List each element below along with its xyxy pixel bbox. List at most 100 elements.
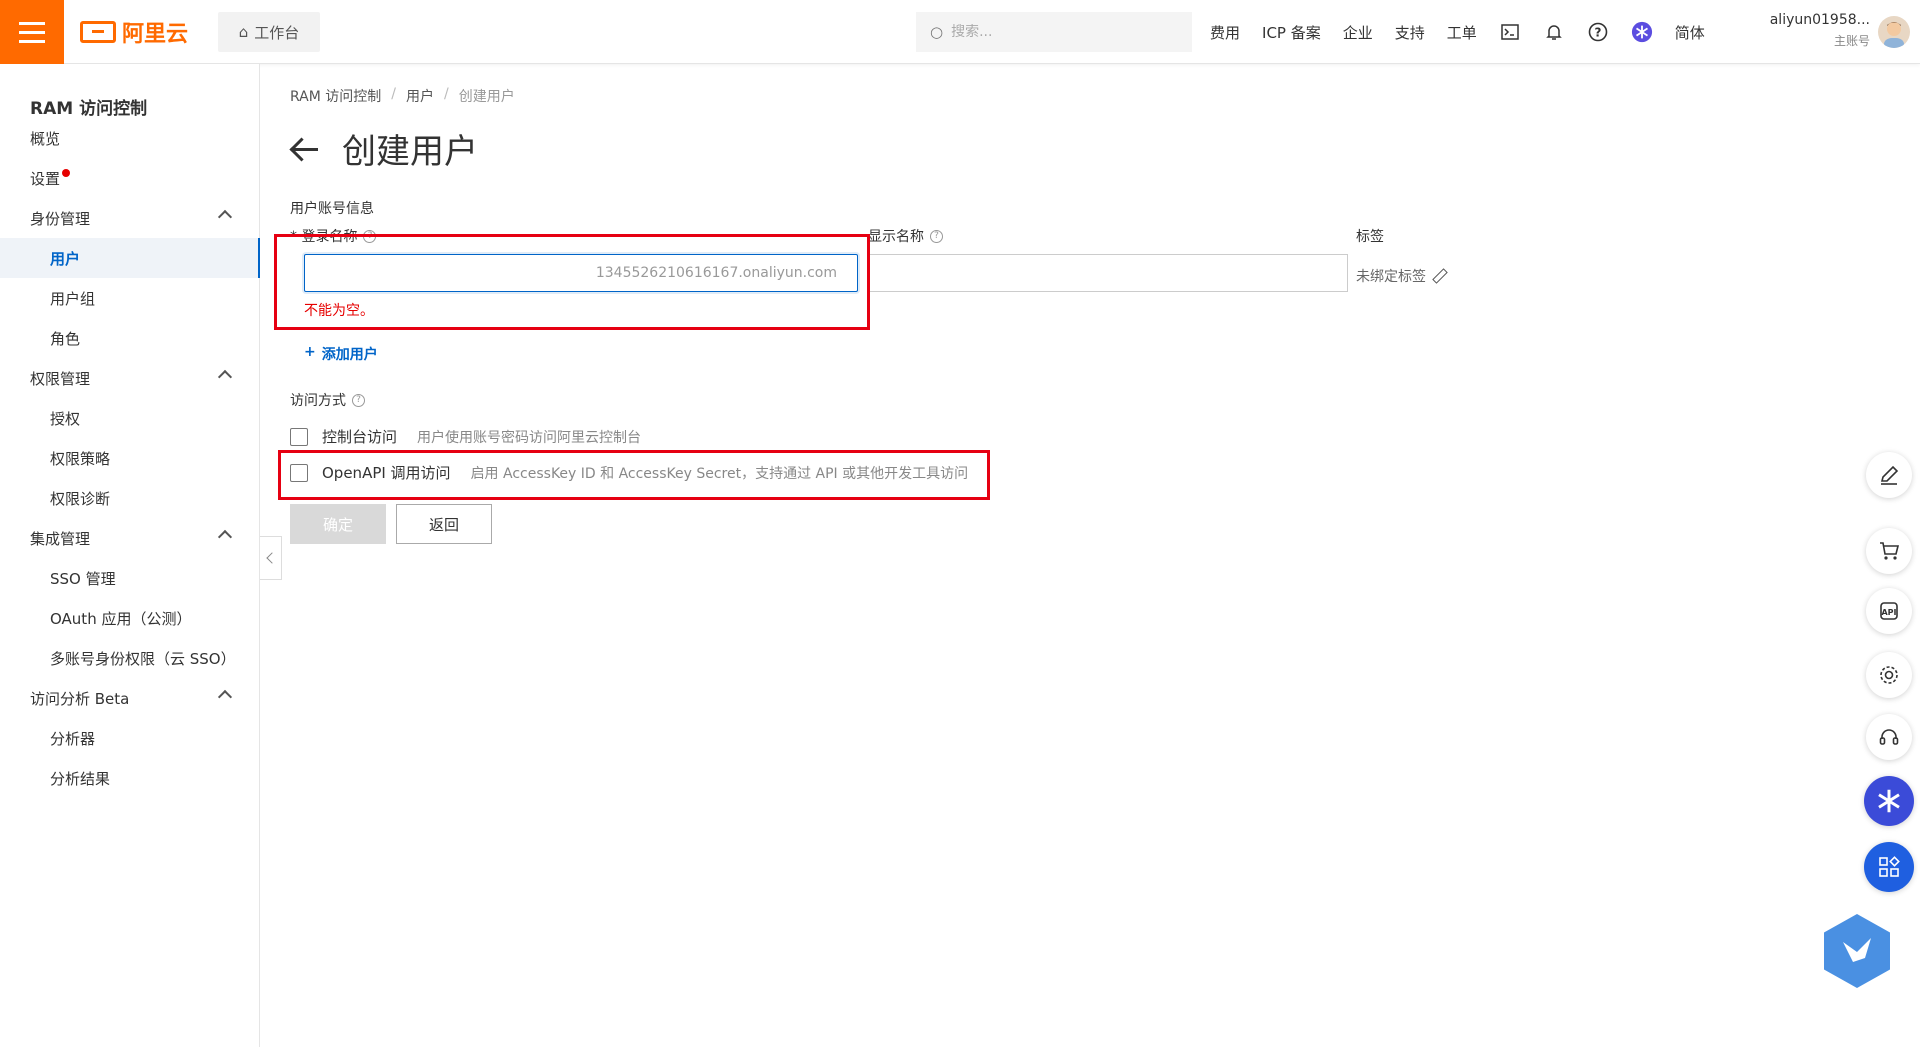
login-name-input[interactable] [315,261,595,285]
top-nav: 费用 ICP 备案 企业 支持 工单 ? 简体 [1210,0,1705,64]
sidebar-item-label: SSO 管理 [50,569,116,588]
return-button[interactable]: 返回 [396,504,492,544]
confirm-button[interactable]: 确定 [290,504,386,544]
sidebar-item-analyzer[interactable]: 分析器 [0,718,260,758]
chevron-up-icon [217,529,233,545]
aliyun-logo-icon [80,21,116,43]
sidebar-item-label: 权限管理 [30,369,91,388]
sidebar-item-grants[interactable]: 授权 [0,398,260,438]
nav-fees[interactable]: 费用 [1210,22,1240,43]
back-arrow-icon[interactable] [290,134,320,164]
apps-grid-icon[interactable] [1864,842,1914,892]
sidebar-group-identity[interactable]: 身份管理 [0,198,260,238]
help-icon[interactable]: ? [930,229,943,243]
sidebar-item-label: OAuth 应用（公测） [50,609,192,628]
ai-assistant-icon[interactable] [1631,21,1653,43]
bell-icon[interactable] [1543,21,1565,43]
nav-ticket[interactable]: 工单 [1447,22,1477,43]
breadcrumb-separator: / [444,86,449,102]
add-user-button[interactable]: + 添加用户 [304,344,378,364]
login-name-label: * 登录名称 ? [290,226,377,246]
sidebar-item-policies[interactable]: 权限策略 [0,438,260,478]
sidebar-item-label: 分析结果 [50,769,111,788]
account-name: aliyun01958... [1769,12,1870,28]
sidebar-item-user-groups[interactable]: 用户组 [0,278,260,318]
help-icon[interactable]: ? [363,229,377,243]
display-name-label: 显示名称 ? [868,226,943,246]
account-type: 主账号 [1833,34,1870,48]
headset-icon[interactable] [1866,714,1912,760]
console-access-option[interactable]: 控制台访问 用户使用账号密码访问阿里云控制台 [290,426,641,447]
sidebar-item-label: 权限诊断 [50,489,111,508]
aliyun-logo[interactable]: 阿里云 [80,17,188,47]
sidebar-collapse-button[interactable] [260,536,282,580]
login-name-label-text: * 登录名称 [290,229,358,245]
sidebar-item-users[interactable]: 用户 [0,238,260,278]
sidebar-item-roles[interactable]: 角色 [0,318,260,358]
account-info[interactable]: aliyun01958... 主账号 [1760,12,1870,49]
nav-icp[interactable]: ICP 备案 [1262,22,1321,43]
workbench-label: 工作台 [254,23,300,42]
hamburger-icon [19,19,45,46]
section-account-info: 用户账号信息 [290,201,374,217]
sidebar-item-cloud-sso[interactable]: 多账号身份权限（云 SSO） [0,638,260,678]
help-icon[interactable]: ? [352,393,365,407]
breadcrumb-users[interactable]: 用户 [406,86,434,106]
notification-dot [62,169,71,177]
login-name-field[interactable]: @1345526210616167.onaliyun.com [304,254,858,292]
sidebar-item-label: 分析器 [50,729,96,748]
nav-enterprise[interactable]: 企业 [1343,22,1373,43]
sidebar-group-access-analysis[interactable]: 访问分析 Beta [0,678,260,718]
help-icon[interactable]: ? [1587,21,1609,43]
search-box[interactable]: ○ [916,12,1192,52]
login-domain-suffix: @1345526210616167.onaliyun.com [581,265,837,281]
svg-text:API: API [1881,608,1896,617]
sidebar-group-integration[interactable]: 集成管理 [0,518,260,558]
sidebar-item-oauth[interactable]: OAuth 应用（公测） [0,598,260,638]
sidebar: RAM 访问控制 概览 设置 身份管理 用户 用户组 角色 权限管理 授权 权限… [0,64,260,1047]
sidebar-item-diagnosis[interactable]: 权限诊断 [0,478,260,518]
openapi-access-option[interactable]: OpenAPI 调用访问 启用 AccessKey ID 和 AccessKey… [290,462,968,483]
terminal-icon[interactable] [1499,21,1521,43]
bird-assistant-icon[interactable] [1824,914,1890,988]
sidebar-item-sso[interactable]: SSO 管理 [0,558,260,598]
add-user-label: 添加用户 [321,347,378,363]
display-name-input[interactable] [869,255,1347,291]
logo-text: 阿里云 [122,22,189,47]
console-access-checkbox[interactable] [290,427,308,446]
sidebar-item-label: 多账号身份权限（云 SSO） [50,649,236,668]
openapi-access-checkbox[interactable] [290,463,308,482]
tag-label: 标签 [1356,226,1384,246]
sidebar-item-overview[interactable]: 概览 [0,118,260,158]
openapi-access-label: OpenAPI 调用访问 [322,464,451,482]
bind-tag-link[interactable]: 未绑定标签 [1356,266,1446,286]
search-icon: ○ [930,23,944,41]
nav-support[interactable]: 支持 [1395,22,1425,43]
cart-icon[interactable] [1866,528,1912,574]
search-input[interactable] [951,24,1172,40]
page-title: 创建用户 [342,132,478,172]
sidebar-group-permissions[interactable]: 权限管理 [0,358,260,398]
gear-icon[interactable] [1866,652,1912,698]
breadcrumb-ram[interactable]: RAM 访问控制 [290,86,381,106]
sidebar-item-analysis-results[interactable]: 分析结果 [0,758,260,798]
sidebar-item-label: 用户组 [50,289,96,308]
display-name-field[interactable] [868,254,1348,292]
chevron-left-icon [266,552,278,564]
ai-assistant-icon[interactable] [1864,776,1914,826]
api-icon[interactable]: API [1866,588,1912,634]
plus-icon: + [304,344,316,360]
display-name-label-text: 显示名称 [868,229,924,245]
sidebar-item-label: 角色 [50,329,81,348]
avatar[interactable] [1878,16,1910,48]
home-icon: ⌂ [238,23,249,41]
bind-tag-text: 未绑定标签 [1356,269,1426,285]
sidebar-item-label: 设置 [30,169,61,188]
chevron-up-icon [217,689,233,705]
breadcrumb-current: 创建用户 [458,89,515,105]
language-switch[interactable]: 简体 [1675,22,1705,43]
edit-icon[interactable] [1866,452,1912,498]
workbench-button[interactable]: ⌂ 工作台 [218,12,320,52]
sidebar-item-settings[interactable]: 设置 [0,158,260,198]
menu-button[interactable] [0,0,64,64]
